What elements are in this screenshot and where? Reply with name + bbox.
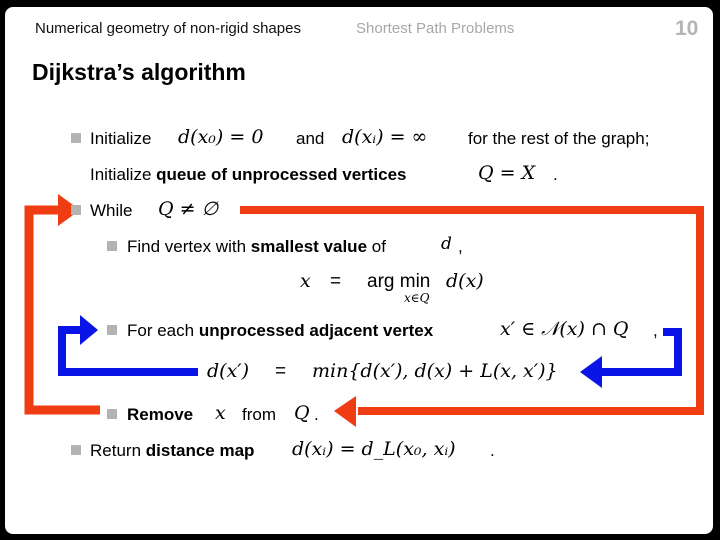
remove-set: Q [294, 402, 310, 424]
bullet [107, 325, 117, 335]
init-queue-formula: Q = X [478, 162, 536, 184]
find-bold: smallest value [250, 237, 368, 256]
argmin-op: arg min [367, 270, 430, 293]
init-queue-text: Initialize queue of unprocessed vertices [90, 165, 407, 185]
update-rhs: min{d(x′), d(x) + L(x, x′)} [312, 360, 558, 382]
argmin-subscript: x∈Q [404, 291, 430, 305]
bullet [107, 409, 117, 419]
outer-loop-right-arrowhead [334, 396, 356, 427]
return-prefix: Return [90, 441, 142, 460]
update-eq: = [275, 360, 286, 383]
while-label: While [90, 201, 133, 220]
find-prefix: Find vertex with [127, 237, 247, 256]
init-connector: and [296, 129, 325, 148]
remove-middle: from [242, 405, 276, 424]
outer-loop-left-path [24, 205, 100, 415]
return-suffix: . [490, 441, 495, 460]
remove-symbol: x [215, 402, 226, 424]
remove-suffix: . [314, 405, 319, 424]
return-bold: distance map [145, 441, 255, 460]
bullet [71, 133, 81, 143]
for-each-prefix: For each [127, 321, 195, 340]
bullet [71, 205, 81, 215]
return-formula: d(xᵢ) = d_L(x₀, xᵢ) [292, 438, 456, 460]
find-comma: , [458, 237, 463, 256]
bullet [107, 241, 117, 251]
argmin-op-text: arg min [367, 271, 431, 292]
outer-loop-arrow [24, 194, 704, 427]
find-text: Find vertex with smallest value of [127, 237, 386, 257]
for-each-bold: unprocessed adjacent vertex [198, 321, 434, 340]
update-eq-sign: = [275, 361, 287, 382]
return-text: Return distance map [90, 441, 254, 461]
find-suffix: of [371, 237, 386, 256]
for-each-text: For each unprocessed adjacent vertex [127, 321, 433, 341]
for-each-comma: , [653, 321, 658, 340]
init-queue-bold: queue of unprocessed vertices [156, 165, 407, 184]
init-suffix: for the rest of the graph; [468, 129, 650, 148]
inner-loop-left-arrowhead [80, 315, 98, 345]
argmin-eq: = [330, 270, 341, 293]
update-lhs: d(x′) [207, 360, 250, 382]
argmin-rhs: d(x) [446, 270, 484, 292]
init-label: Initialize [90, 129, 152, 148]
init-formula-rest: d(xᵢ) = ∞ [342, 126, 428, 148]
init-formula-source: d(x₀) = 0 [178, 126, 264, 148]
argmin-eq-sign: = [330, 271, 342, 292]
find-symbol: d [441, 234, 452, 254]
argmin-lhs: x [300, 270, 311, 292]
init-queue-suffix: . [553, 165, 558, 184]
while-condition: Q ≠ ∅ [158, 198, 219, 220]
remove-label: Remove [127, 405, 194, 424]
inner-loop-right-arrowhead [580, 356, 602, 388]
init-queue-prefix: Initialize [90, 165, 152, 184]
bullet [71, 445, 81, 455]
for-each-formula: x′ ∈ 𝒩(x) ∩ Q [500, 318, 629, 340]
